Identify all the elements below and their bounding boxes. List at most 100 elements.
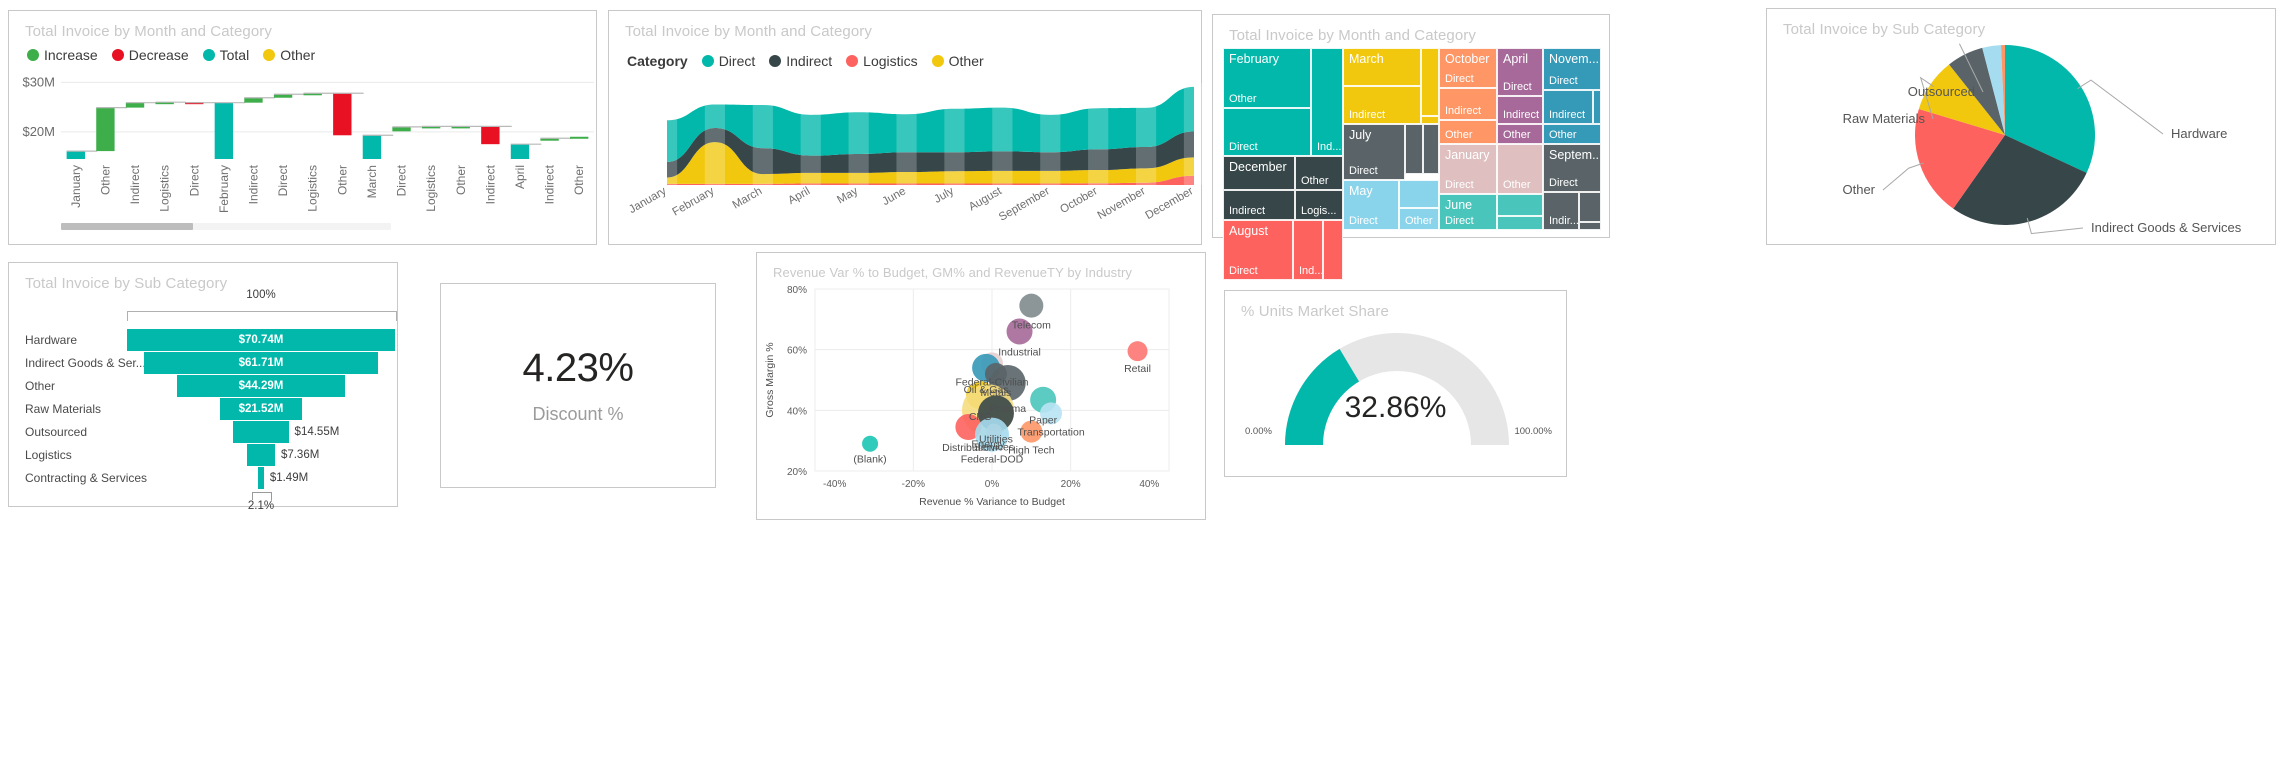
scatter-xtick: 20% (1061, 479, 1081, 490)
treemap-cell[interactable]: Indir... (1543, 192, 1579, 230)
treemap-cell[interactable]: October Direct (1439, 48, 1497, 88)
treemap-cell[interactable]: July Direct (1343, 124, 1405, 180)
funnel-bar[interactable]: $21.52M (220, 398, 302, 420)
treemap-cell-category: Indirect (1349, 109, 1386, 121)
waterfall-scrollbar-thumb[interactable] (61, 223, 193, 230)
card-pie[interactable]: Total Invoice by Sub Category Hardware In… (1766, 8, 2276, 245)
treemap-cell[interactable] (1497, 194, 1543, 216)
waterfall-bar[interactable] (510, 144, 530, 159)
waterfall-bar[interactable] (362, 135, 382, 159)
treemap-cell-category: Other (1503, 179, 1531, 191)
scatter-bubble[interactable] (1127, 341, 1148, 362)
legend-item-other[interactable]: Other (263, 47, 315, 63)
scatter-bubble[interactable] (862, 435, 879, 452)
pie-plot: Hardware Indirect Goods & Services Other Ra… (1842, 43, 2242, 235)
treemap-cell[interactable]: Indirect (1497, 96, 1543, 124)
treemap-cell[interactable]: February Other (1223, 48, 1311, 108)
scatter-point-label: CPG (969, 411, 992, 423)
legend-label: Total (219, 47, 250, 63)
scatter-point-label: Metals (980, 387, 1011, 399)
treemap-cell[interactable]: Septem... Direct (1543, 144, 1601, 192)
card-waterfall[interactable]: Total Invoice by Month and Category Incr… (8, 10, 597, 245)
treemap-cell[interactable]: Other (1295, 156, 1343, 190)
legend-item-total[interactable]: Total (202, 47, 250, 63)
waterfall-bar[interactable] (570, 136, 589, 139)
treemap-cell[interactable]: June Direct (1439, 194, 1497, 230)
treemap-cell[interactable] (1399, 180, 1439, 208)
treemap-cell[interactable]: Indirect (1223, 190, 1295, 220)
treemap-cell[interactable]: Indirect (1439, 88, 1497, 120)
treemap-cell[interactable] (1323, 220, 1343, 280)
card-funnel[interactable]: Total Invoice by Sub Category 100% Hardwa… (8, 262, 399, 512)
treemap-cell[interactable]: December (1223, 156, 1295, 190)
treemap-cell[interactable] (1593, 90, 1601, 124)
waterfall-bar[interactable] (333, 93, 352, 136)
kpi-value: 4.23% (522, 346, 634, 390)
treemap-cell[interactable]: March (1343, 48, 1421, 86)
area-xtick: July (932, 185, 956, 206)
treemap-cell[interactable] (1497, 216, 1543, 230)
treemap-cell[interactable]: August Direct (1223, 220, 1293, 280)
treemap-cell[interactable] (1423, 124, 1439, 174)
treemap-cell[interactable] (1405, 124, 1423, 174)
scatter-ytick: 60% (787, 346, 807, 357)
treemap-cell[interactable]: Other (1399, 208, 1439, 230)
treemap-cell[interactable]: Other (1497, 124, 1543, 144)
treemap-cell[interactable] (1579, 192, 1601, 222)
legend-item-increase[interactable]: Increase (27, 47, 98, 63)
waterfall-bar[interactable] (214, 102, 234, 159)
treemap-cell[interactable] (1421, 48, 1439, 116)
treemap-cell[interactable]: Other (1497, 144, 1543, 194)
treemap-cell[interactable]: Ind... (1293, 220, 1323, 280)
scatter-point-label: Telecom (1012, 320, 1051, 332)
treemap-cell[interactable]: Novem... Direct (1543, 48, 1601, 90)
treemap-cell[interactable]: January Direct (1439, 144, 1497, 194)
treemap-cell[interactable]: Logis... (1295, 190, 1343, 220)
waterfall-scrollbar-track[interactable] (61, 223, 391, 230)
waterfall-bar[interactable] (244, 97, 263, 103)
treemap-cell[interactable]: Indirect (1343, 86, 1421, 124)
legend-item-other[interactable]: Other (931, 53, 984, 69)
card-treemap[interactable]: Total Invoice by Month and Category Febr… (1212, 14, 1610, 280)
treemap-cell[interactable]: April Direct (1497, 48, 1543, 96)
legend-item-direct[interactable]: Direct (701, 53, 756, 69)
card-scatter[interactable]: Revenue Var % to Budget, GM% and Revenue… (756, 252, 1206, 520)
treemap-cell[interactable] (1421, 116, 1439, 124)
treemap-cell[interactable]: Indirect (1543, 90, 1593, 124)
funnel-value-label: $61.71M (238, 357, 284, 369)
legend-swatch-icon (846, 55, 859, 67)
funnel-bar[interactable]: $44.29M (177, 375, 345, 397)
legend-item-decrease[interactable]: Decrease (111, 47, 189, 63)
legend-label: Direct (718, 53, 756, 69)
legend-item-logistics[interactable]: Logistics (846, 53, 918, 69)
card-kpi-discount[interactable]: 4.23% Discount % (440, 283, 716, 488)
funnel-bar[interactable] (247, 444, 275, 466)
funnel-category-label: Other (25, 379, 56, 393)
pie-callout-label: Other (1842, 182, 1875, 197)
waterfall-bar[interactable] (392, 126, 411, 132)
treemap-cell[interactable]: Other (1439, 120, 1497, 144)
treemap-cell[interactable]: Other (1543, 124, 1601, 144)
card-stacked-area[interactable]: Total Invoice by Month and Category Cate… (608, 10, 1205, 245)
treemap-cell[interactable]: Ind... (1311, 48, 1343, 156)
scatter-bubble[interactable] (1019, 293, 1044, 318)
legend-item-indirect[interactable]: Indirect (769, 53, 832, 69)
funnel-bar[interactable]: $61.71M (144, 352, 378, 374)
waterfall-bar[interactable] (125, 102, 145, 108)
funnel-plot[interactable]: 100% Hardware $70.74M Indirect Goods & Ser.… (9, 289, 399, 512)
waterfall-xtick: Direct (187, 164, 201, 196)
treemap-cell[interactable]: May Direct (1343, 180, 1399, 230)
funnel-bar[interactable] (258, 467, 264, 489)
treemap-plot[interactable]: February Other Direct Ind... December Indirec… (1223, 48, 1601, 280)
waterfall-bar[interactable] (96, 107, 115, 152)
waterfall-bar[interactable] (66, 151, 85, 159)
funnel-bar[interactable] (233, 421, 289, 443)
gauge-min-label: 0.00% (1245, 426, 1272, 437)
treemap-cell[interactable]: Direct (1223, 108, 1311, 156)
treemap-cell[interactable] (1579, 222, 1601, 230)
funnel-bar[interactable]: $70.74M (127, 329, 395, 351)
funnel-category-label: Raw Materials (25, 402, 102, 416)
waterfall-bar[interactable] (481, 126, 500, 145)
gauge-max-label: 100.00% (1514, 426, 1552, 437)
card-gauge[interactable]: % Units Market Share 32.86% 0.00% 100.00… (1224, 290, 1567, 477)
